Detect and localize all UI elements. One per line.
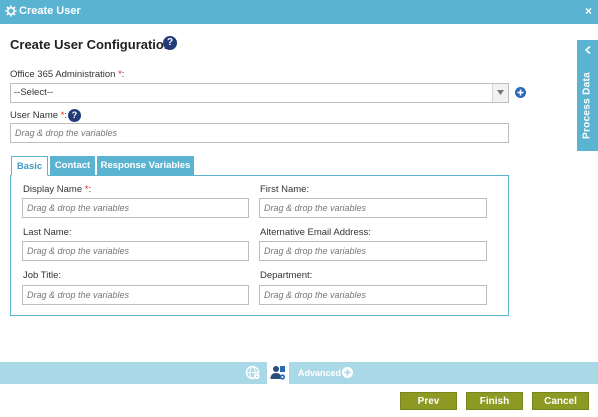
placeholder-text: Drag & drop the variables (264, 203, 367, 213)
alt-email-label: Alternative Email Address: (260, 227, 371, 238)
user-name-label: User Name *: (10, 110, 68, 121)
chevron-left-icon[interactable] (584, 46, 592, 54)
advanced-label[interactable]: Advanced (298, 368, 341, 378)
chevron-down-icon[interactable] (492, 84, 508, 102)
last-name-label: Last Name: (23, 227, 72, 238)
display-name-label: Display Name *: (23, 184, 92, 195)
tab-basic[interactable]: Basic (11, 156, 48, 176)
finish-button[interactable]: Finish (466, 392, 523, 410)
display-name-input[interactable]: Drag & drop the variables (22, 198, 249, 218)
cancel-button[interactable]: Cancel (532, 392, 589, 410)
help-icon[interactable]: ? (163, 36, 177, 50)
placeholder-text: Drag & drop the variables (27, 290, 130, 300)
alt-email-input[interactable]: Drag & drop the variables (259, 241, 487, 261)
placeholder-text: Drag & drop the variables (15, 128, 118, 138)
placeholder-text: Drag & drop the variables (27, 203, 130, 213)
office365-selected-value: --Select-- (14, 87, 54, 98)
globe-icon[interactable] (245, 365, 260, 380)
window-title-bar: Create User × (0, 0, 598, 24)
department-label: Department: (260, 270, 313, 281)
user-settings-button[interactable] (267, 362, 289, 384)
page-title: Create User Configuration (10, 37, 172, 52)
office365-label: Office 365 Administration *: (10, 69, 125, 80)
last-name-input[interactable]: Drag & drop the variables (22, 241, 249, 261)
placeholder-text: Drag & drop the variables (27, 246, 130, 256)
window-title: Create User (19, 5, 81, 17)
close-button[interactable]: × (585, 4, 592, 18)
placeholder-text: Drag & drop the variables (264, 290, 367, 300)
bottom-toolbar: Advanced (0, 362, 598, 384)
plus-circle-icon[interactable] (342, 367, 353, 378)
plus-circle-icon[interactable] (515, 87, 526, 98)
process-data-label: Process Data (581, 72, 593, 139)
tab-response-variables[interactable]: Response Variables (97, 156, 194, 176)
user-settings-icon (270, 366, 286, 380)
user-name-input[interactable]: Drag & drop the variables (10, 123, 509, 143)
first-name-input[interactable]: Drag & drop the variables (259, 198, 487, 218)
job-title-input[interactable]: Drag & drop the variables (22, 285, 249, 305)
department-input[interactable]: Drag & drop the variables (259, 285, 487, 305)
prev-button[interactable]: Prev (400, 392, 457, 410)
first-name-label: First Name: (260, 184, 310, 195)
process-data-panel[interactable]: Process Data (577, 40, 598, 151)
help-icon[interactable]: ? (68, 109, 81, 122)
gear-icon (5, 5, 17, 17)
placeholder-text: Drag & drop the variables (264, 246, 367, 256)
office365-select[interactable]: --Select-- (10, 83, 509, 103)
job-title-label: Job Title: (23, 270, 62, 281)
tab-contact[interactable]: Contact (50, 156, 95, 176)
